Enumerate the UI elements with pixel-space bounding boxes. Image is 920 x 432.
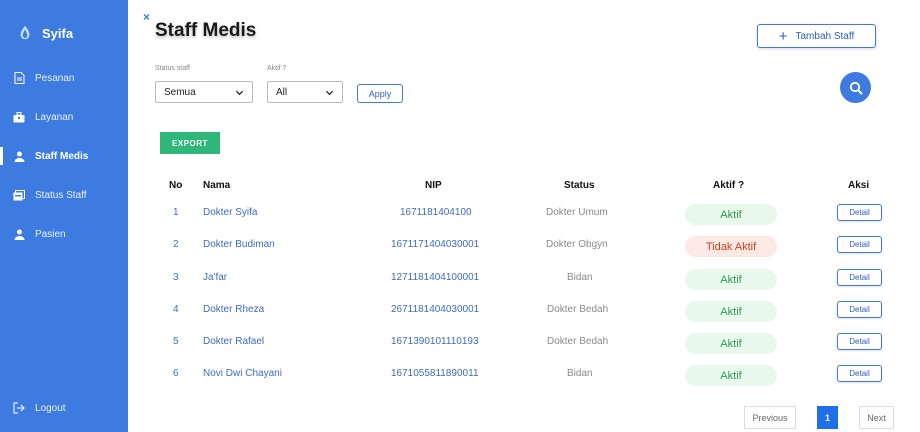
staff-nip: 1671390101110193 [391,336,479,347]
briefcase-icon [13,111,25,123]
status-select-value: Semua [164,86,196,98]
staff-name-link[interactable]: Dokter Rafael [203,336,264,347]
page-title: Staff Medis [155,20,257,41]
aktif-select[interactable]: All [267,81,343,103]
aktif-status-badge: Aktif [685,333,777,354]
pagination-page-1[interactable]: 1 [817,406,838,429]
row-number: 3 [173,272,179,283]
row-number: 2 [173,239,179,250]
brand[interactable]: Syifa [16,24,73,42]
aktif-status-badge: Aktif [685,269,777,290]
staff-status: Dokter Obgyn [546,239,608,250]
status-select[interactable]: Semua [155,81,253,103]
staff-nip: 1671181404100 [400,207,472,218]
export-button[interactable]: EXPORT [160,132,220,154]
search-button[interactable] [840,72,871,103]
logout-icon [13,402,25,414]
sidebar-item-pasien[interactable]: Pasien [0,222,128,246]
aktif-status-badge: Aktif [685,301,777,322]
row-number: 1 [173,207,179,218]
sidebar-item-label: Layanan [35,111,74,123]
staff-status: Dokter Umum [546,207,608,218]
sidebar-item-label: Pasien [35,228,66,240]
row-number: 5 [173,336,179,347]
staff-status: Bidan [567,272,593,283]
logout-label: Logout [35,402,66,414]
staff-name-link[interactable]: Dokter Rheza [203,304,264,315]
sidebar-item-pesanan[interactable]: Pesanan [0,66,128,90]
sidebar-item-status-staff[interactable]: Status Staff [0,183,128,207]
staff-nip: 1271181404100001 [391,272,480,283]
aktif-filter-label: Aktif ? [267,65,287,72]
staff-name-link[interactable]: Dokter Syifa [203,207,257,218]
search-icon [849,81,862,94]
person-icon [13,150,25,162]
staff-status: Dokter Bedah [547,336,609,347]
staff-status: Bidan [567,368,593,379]
column-header-aktif: Aktif ? [713,180,745,191]
apply-button[interactable]: Apply [357,84,403,103]
syifa-logo-icon [20,25,30,40]
row-number: 6 [173,368,179,379]
cards-icon [13,189,25,201]
aktif-status-badge: Aktif [685,365,777,386]
detail-button[interactable]: Detail [837,365,882,382]
sidebar-item-label: Status Staff [35,189,87,201]
staff-nip: 1671171404030001 [391,239,480,250]
close-icon[interactable]: × [143,10,150,24]
staff-name-link[interactable]: Dokter Budiman [203,239,275,250]
add-staff-label: Tambah Staff [795,30,855,42]
chevron-down-icon [325,90,334,95]
staff-nip: 1671055811890011 [391,368,479,379]
detail-button[interactable]: Detail [837,301,882,318]
staff-nip: 2671181404030001 [391,304,480,315]
status-filter-label: Status staff [155,65,190,72]
detail-button[interactable]: Detail [837,204,882,221]
column-header-status: Status [564,180,595,191]
staff-name-link[interactable]: Novi Dwi Chayani [203,368,282,379]
plus-icon: + [778,27,788,45]
column-header-nama: Nama [203,180,231,191]
person-icon [13,228,25,240]
sidebar-item-layanan[interactable]: Layanan [0,105,128,129]
sidebar: Syifa Pesanan Layanan Staff Medis Status… [0,0,128,432]
staff-status: Dokter Bedah [547,304,609,315]
chevron-down-icon [235,90,244,95]
column-header-nip: NIP [425,180,442,191]
row-number: 4 [173,304,179,315]
logout-button[interactable]: Logout [0,396,128,420]
pagination-next-button[interactable]: Next [859,406,894,429]
staff-name-link[interactable]: Ja'far [203,272,227,283]
document-icon [13,72,25,84]
detail-button[interactable]: Detail [837,333,882,350]
column-header-no: No [169,180,183,191]
column-header-aksi: Aksi [848,180,870,191]
aktif-status-badge: Aktif [685,204,777,225]
pagination-previous-button[interactable]: Previous [744,406,796,429]
aktif-select-value: All [276,86,288,98]
add-staff-button[interactable]: + Tambah Staff [757,24,876,48]
detail-button[interactable]: Detail [837,236,882,253]
sidebar-item-label: Staff Medis [35,150,89,162]
app-name: Syifa [42,25,74,41]
sidebar-item-label: Pesanan [35,72,75,84]
sidebar-item-staff-medis[interactable]: Staff Medis [0,144,128,168]
detail-button[interactable]: Detail [837,269,882,286]
aktif-status-badge: Tidak Aktif [685,236,777,257]
